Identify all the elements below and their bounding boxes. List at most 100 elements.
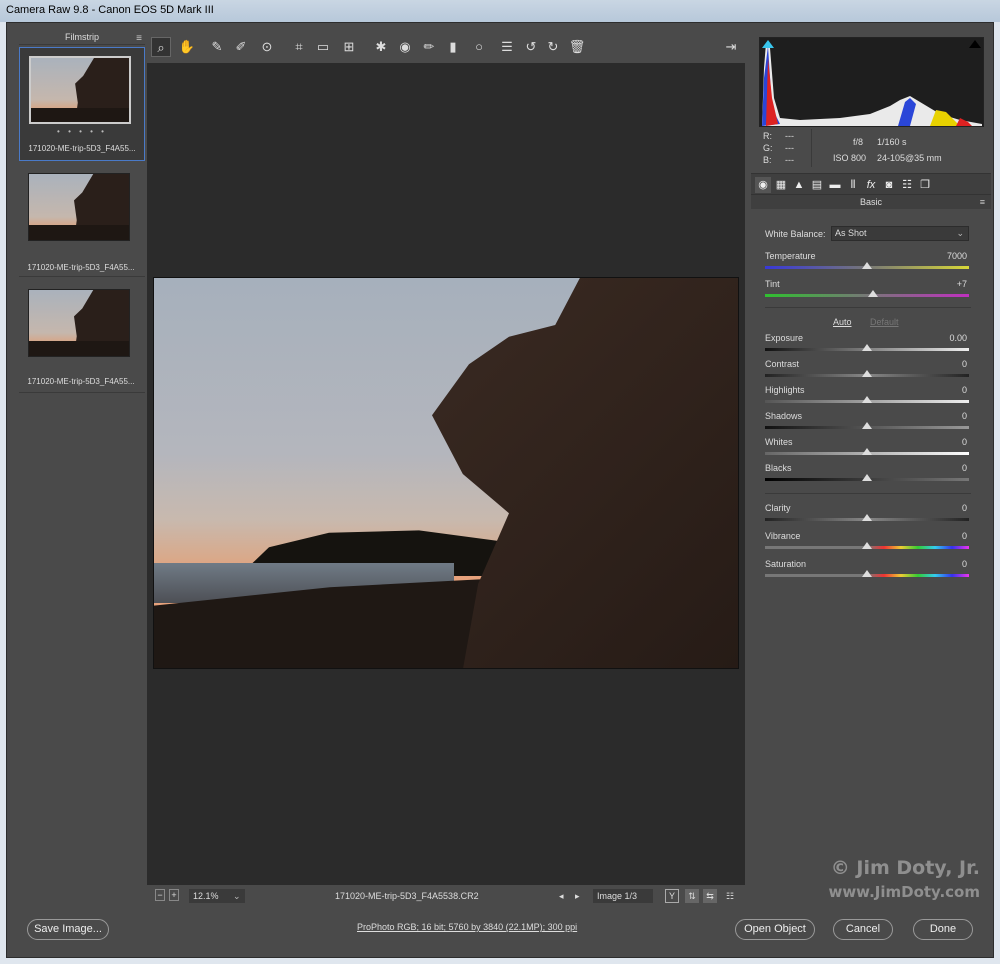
zoom-icon[interactable]: ⌕	[151, 37, 171, 57]
footer: Save Image... ProPhoto RGB; 16 bit; 5760…	[7, 919, 995, 959]
menu-icon[interactable]: ≡	[980, 195, 985, 209]
open-object-button[interactable]: Open Object	[735, 919, 815, 940]
red-eye-icon[interactable]: ◉	[395, 37, 415, 57]
auto-link[interactable]: Auto	[833, 317, 852, 327]
shadow-clipping-icon[interactable]	[762, 40, 774, 48]
toggle-settings-icon[interactable]: ☷	[723, 889, 737, 903]
effects-tab-icon[interactable]: fx	[863, 177, 879, 193]
slider-value[interactable]: 0	[927, 559, 967, 569]
slider-thumb[interactable]	[862, 448, 872, 455]
slider-label: Exposure	[765, 333, 804, 343]
preferences-icon[interactable]: ☰	[497, 37, 517, 57]
swap-settings-icon[interactable]: ⇅	[685, 889, 699, 903]
crop-icon[interactable]: ⌗	[289, 37, 309, 57]
copy-settings-icon[interactable]: ⇆	[703, 889, 717, 903]
color-sampler-icon[interactable]: ✐	[231, 37, 251, 57]
filmstrip-item-1[interactable]: • • • • • 171020-ME-trip-5D3_F4A55...	[19, 47, 145, 161]
radial-filter-icon[interactable]: ○	[469, 37, 489, 57]
slider-thumb[interactable]	[862, 514, 872, 521]
chevron-down-icon: ⌄	[956, 228, 964, 238]
window-title: Camera Raw 9.8 - Canon EOS 5D Mark III	[0, 0, 1000, 22]
hand-icon[interactable]: ✋	[177, 37, 197, 57]
slider-value[interactable]: 0	[927, 437, 967, 447]
watermark-line-2: www.JimDoty.com	[828, 883, 980, 901]
before-after-button[interactable]: Y	[665, 889, 679, 903]
menu-icon[interactable]: ≡	[136, 32, 142, 45]
slider-value[interactable]: 0	[927, 531, 967, 541]
snapshots-tab-icon[interactable]: ❐	[917, 177, 933, 193]
slider-contrast: Contrast 0	[765, 359, 971, 381]
highlight-clipping-icon[interactable]	[969, 40, 981, 48]
graduated-filter-icon[interactable]: ▮	[443, 37, 463, 57]
slider-value[interactable]: 0	[927, 463, 967, 473]
slider-value[interactable]: 7000	[927, 251, 967, 261]
trash-icon[interactable]: 🗑	[567, 37, 587, 57]
cancel-button[interactable]: Cancel	[833, 919, 893, 940]
zoom-in-button[interactable]: +	[169, 889, 179, 901]
default-link[interactable]: Default	[870, 317, 899, 327]
slider-value[interactable]: 0	[927, 385, 967, 395]
filmstrip-item-2[interactable]: 171020-ME-trip-5D3_F4A55...	[19, 163, 145, 277]
filmstrip-item-3[interactable]: 171020-ME-trip-5D3_F4A55...	[19, 279, 145, 393]
slider-value[interactable]: 0	[927, 359, 967, 369]
split-toning-tab-icon[interactable]: ▬	[827, 177, 843, 193]
straighten-icon[interactable]: ▭	[313, 37, 333, 57]
rating-stars[interactable]: • • • • •	[20, 127, 144, 136]
slider-thumb[interactable]	[862, 422, 872, 429]
lens-corrections-tab-icon[interactable]: ⦀	[845, 177, 861, 193]
basic-tab-icon[interactable]: ◉	[755, 177, 771, 193]
slider-thumb[interactable]	[862, 570, 872, 577]
slider-label: Tint	[765, 279, 780, 289]
slider-thumb[interactable]	[862, 396, 872, 403]
slider-value[interactable]: 0	[927, 503, 967, 513]
chevron-down-icon[interactable]: ⌄	[233, 889, 241, 903]
slider-value[interactable]: +7	[927, 279, 967, 289]
preview-canvas[interactable]	[147, 63, 745, 885]
filmstrip: Filmstrip ≡ • • • • • 171020-ME-trip-5D3…	[19, 31, 145, 393]
slider-thumb[interactable]	[862, 542, 872, 549]
slider-track[interactable]	[765, 294, 969, 297]
workflow-options-link[interactable]: ProPhoto RGB; 16 bit; 5760 by 3840 (22.1…	[357, 922, 577, 932]
targeted-adjustment-icon[interactable]: ⊙	[257, 37, 277, 57]
rotate-left-icon[interactable]: ↺	[521, 37, 541, 57]
slider-value[interactable]: 0.00	[927, 333, 967, 343]
fullscreen-icon[interactable]: ⇥	[721, 37, 741, 57]
slider-thumb[interactable]	[862, 344, 872, 351]
preview-image[interactable]	[153, 277, 739, 669]
done-button[interactable]: Done	[913, 919, 973, 940]
white-balance-icon[interactable]: ✎	[207, 37, 227, 57]
camera-calibration-tab-icon[interactable]: ◙	[881, 177, 897, 193]
shutter-speed: 1/160 s	[877, 137, 907, 147]
rotate-right-icon[interactable]: ↻	[543, 37, 563, 57]
adjustment-brush-icon[interactable]: ✏	[419, 37, 439, 57]
filmstrip-header: Filmstrip ≡	[19, 31, 145, 45]
slider-label: Whites	[765, 437, 793, 447]
filmstrip-item-name: 171020-ME-trip-5D3_F4A55...	[27, 263, 135, 272]
save-image-button[interactable]: Save Image...	[27, 919, 109, 940]
filmstrip-item-name: 171020-ME-trip-5D3_F4A55...	[28, 144, 136, 153]
detail-tab-icon[interactable]: ▲	[791, 177, 807, 193]
zoom-out-button[interactable]: −	[155, 889, 165, 901]
slider-value[interactable]: 0	[927, 411, 967, 421]
slider-label: Blacks	[765, 463, 792, 473]
slider-saturation: Saturation 0	[765, 559, 971, 581]
slider-thumb[interactable]	[868, 290, 879, 297]
previous-image-button[interactable]: ◂	[559, 889, 564, 903]
filmstrip-title: Filmstrip	[65, 32, 99, 42]
transform-icon[interactable]: ⊞	[339, 37, 359, 57]
hsl-tab-icon[interactable]: ▤	[809, 177, 825, 193]
copyright-watermark: © Jim Doty, Jr. www.JimDoty.com	[784, 856, 980, 904]
next-image-button[interactable]: ▸	[575, 889, 580, 903]
slider-label: Clarity	[765, 503, 791, 513]
thumbnail-image	[28, 173, 130, 241]
slider-thumb[interactable]	[862, 370, 872, 377]
spot-removal-icon[interactable]: ✱	[371, 37, 391, 57]
white-balance-select[interactable]: As Shot ⌄	[831, 226, 969, 241]
status-bar: − + 12.1% ⌄ 171020-ME-trip-5D3_F4A5538.C…	[147, 885, 745, 907]
slider-thumb[interactable]	[862, 474, 872, 481]
presets-tab-icon[interactable]: ☷	[899, 177, 915, 193]
slider-thumb[interactable]	[862, 262, 872, 269]
section-header: Basic ≡	[751, 195, 991, 209]
g-label: G:	[763, 143, 773, 153]
tone-curve-tab-icon[interactable]: ▦	[773, 177, 789, 193]
